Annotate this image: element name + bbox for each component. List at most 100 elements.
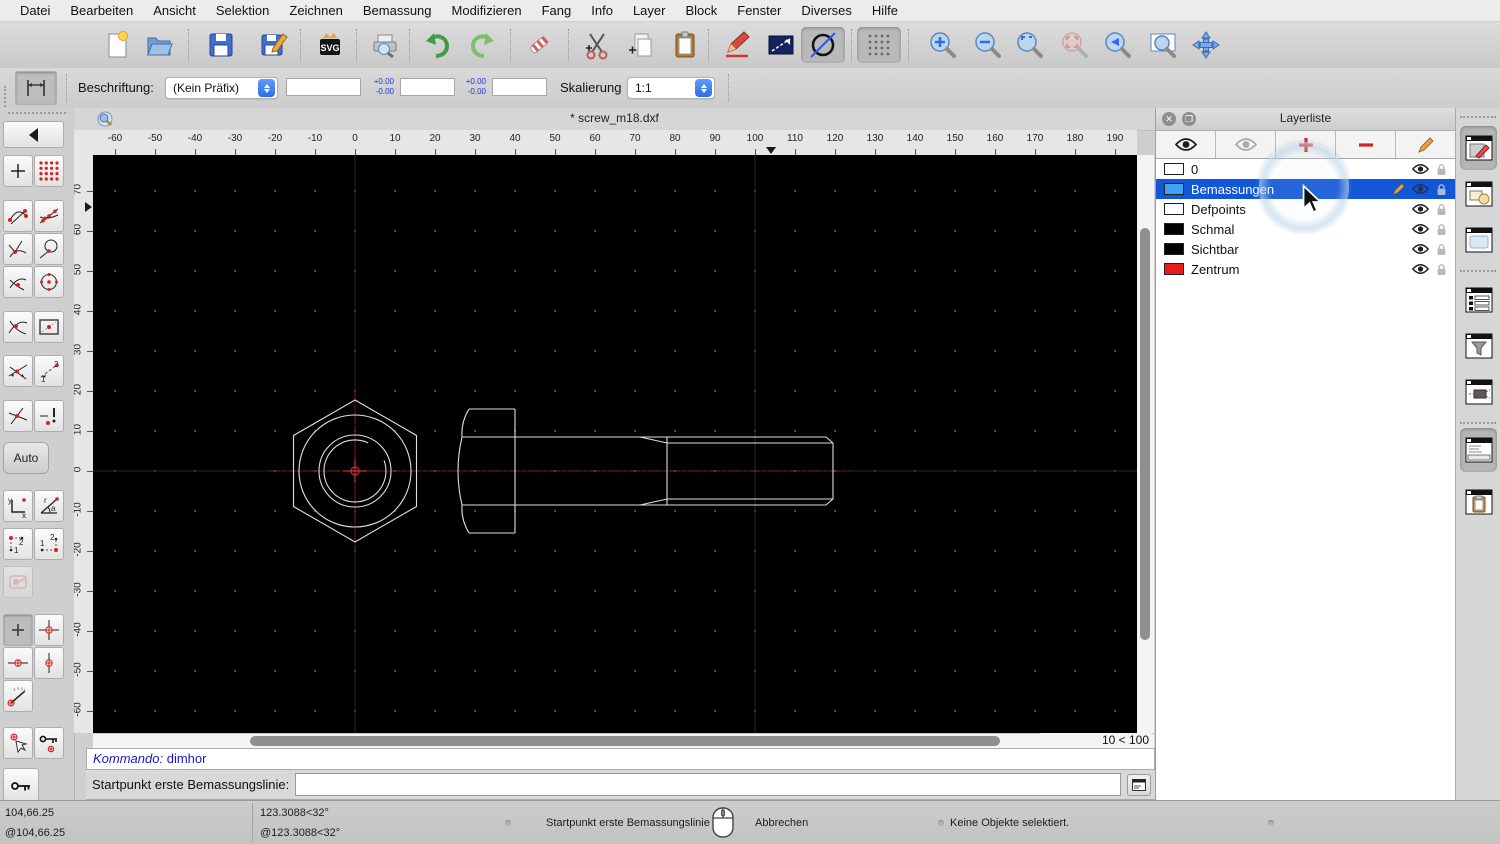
show-all-layers-button[interactable] (1156, 131, 1216, 158)
menu-layer[interactable]: Layer (623, 0, 676, 22)
toggle-clipboard-panel-button[interactable] (1460, 480, 1497, 524)
layer-row-Bemassungen[interactable]: Bemassungen (1156, 179, 1455, 199)
save-as-button[interactable] (255, 27, 293, 63)
set-relative-zero-button[interactable] (3, 727, 33, 759)
layer-row-0[interactable]: 0 (1156, 159, 1455, 179)
menu-info[interactable]: Info (581, 0, 623, 22)
coordinate-polar-button[interactable]: ra (34, 490, 64, 522)
menu-diverses[interactable]: Diverses (791, 0, 862, 22)
vertical-scrollbar[interactable] (1137, 155, 1154, 733)
cut-button[interactable] (578, 27, 616, 63)
label-text-field[interactable] (286, 78, 361, 96)
snap-unsupported-button[interactable] (34, 400, 64, 432)
eraser-button[interactable] (520, 27, 558, 63)
toggle-library-browser-button[interactable] (1460, 218, 1497, 262)
snap-on-entity-button[interactable] (34, 200, 64, 232)
relative-zero-lock-button[interactable] (3, 768, 39, 803)
pan-button[interactable] (1187, 27, 1225, 63)
zoom-selection-button[interactable] (1056, 27, 1094, 63)
menu-bemassung[interactable]: Bemassung (353, 0, 442, 22)
copy-button[interactable] (621, 27, 659, 63)
add-layer-button[interactable] (1276, 131, 1336, 158)
snap-grid-button[interactable] (34, 155, 64, 187)
prefix-dropdown[interactable]: (Kein Präfix) (165, 77, 278, 99)
toggle-layer-list-button[interactable] (1460, 126, 1497, 170)
layer-lock-icon[interactable] (1436, 183, 1447, 196)
dimension-tool-button[interactable] (15, 71, 57, 105)
restrict-horizontal-button[interactable] (3, 647, 33, 679)
scale-dropdown[interactable]: 1:1 (627, 77, 715, 99)
zoom-in-button[interactable] (924, 27, 962, 63)
menu-ansicht[interactable]: Ansicht (143, 0, 206, 22)
menu-zeichnen[interactable]: Zeichnen (279, 0, 352, 22)
menu-hilfe[interactable]: Hilfe (862, 0, 908, 22)
restrict-vertical-button[interactable] (34, 647, 64, 679)
menu-datei[interactable]: Datei (10, 0, 60, 22)
menu-bearbeiten[interactable]: Bearbeiten (60, 0, 143, 22)
snap-auto-intersection-button[interactable] (3, 355, 33, 387)
new-file-button[interactable] (98, 27, 136, 63)
layer-visibility-icon[interactable] (1412, 243, 1429, 255)
back-button[interactable] (3, 121, 64, 148)
auto-zoom-button[interactable] (1011, 27, 1049, 63)
restrict-none-button[interactable] (3, 614, 33, 646)
upper-tolerance-field[interactable] (400, 78, 455, 96)
open-file-button[interactable] (140, 27, 178, 63)
restrict-angle-button[interactable] (3, 680, 33, 712)
layer-visibility-icon[interactable] (1412, 183, 1429, 195)
layer-visibility-icon[interactable] (1412, 223, 1429, 235)
layer-visibility-icon[interactable] (1412, 203, 1429, 215)
toggle-selection-filter-button[interactable] (1460, 324, 1497, 368)
redo-button[interactable] (464, 27, 502, 63)
menu-selektion[interactable]: Selektion (206, 0, 279, 22)
layer-lock-icon[interactable] (1436, 203, 1447, 216)
document-tab-bar[interactable]: * screw_m18.dxf (74, 108, 1155, 131)
restrict-orthogonal-button[interactable] (34, 614, 64, 646)
horizontal-scrollbar[interactable] (93, 733, 1154, 749)
layer-visibility-icon[interactable] (1412, 263, 1429, 275)
relative-cartesian-button[interactable]: 12 (3, 528, 33, 560)
snap-auto-button[interactable]: Auto (3, 442, 49, 474)
draft-mode-button[interactable] (801, 27, 845, 63)
command-history-toggle-button[interactable] (1127, 773, 1151, 796)
selection-tool-button[interactable] (762, 27, 800, 63)
snap-intersection-button[interactable] (3, 311, 33, 343)
snap-perpendicular-button[interactable] (3, 233, 33, 265)
restriction-info-button[interactable] (3, 566, 33, 598)
snap-middle-button[interactable] (3, 266, 33, 298)
menu-block[interactable]: Block (675, 0, 727, 22)
layer-visibility-icon[interactable] (1412, 163, 1429, 175)
zoom-window-button[interactable] (1144, 27, 1182, 63)
draw-pencil-button[interactable] (718, 27, 756, 63)
coordinate-cartesian-button[interactable]: yx (3, 490, 33, 522)
drawing-canvas[interactable] (93, 155, 1137, 733)
layer-row-Sichtbar[interactable]: Sichtbar (1156, 239, 1455, 259)
layer-lock-icon[interactable] (1436, 223, 1447, 236)
snap-distance-button[interactable]: 12 (34, 355, 64, 387)
layer-row-Schmal[interactable]: Schmal (1156, 219, 1455, 239)
snap-reference-button[interactable] (34, 311, 64, 343)
relative-polar-button[interactable]: 12 (34, 528, 64, 560)
horizontal-scrollbar-thumb[interactable] (250, 736, 1000, 746)
save-button[interactable] (202, 27, 240, 63)
menu-fang[interactable]: Fang (532, 0, 582, 22)
toggle-block-list-button[interactable] (1460, 172, 1497, 216)
snap-center-button[interactable] (34, 266, 64, 298)
undo-button[interactable] (418, 27, 456, 63)
snap-endpoints-button[interactable] (3, 200, 33, 232)
zoom-out-button[interactable] (969, 27, 1007, 63)
svg-export-button[interactable]: SVG (311, 27, 349, 63)
menu-modifizieren[interactable]: Modifizieren (442, 0, 532, 22)
toggle-command-line-button[interactable] (1460, 428, 1497, 472)
lower-tolerance-field[interactable] (492, 78, 547, 96)
lock-relative-zero-button[interactable] (34, 727, 64, 759)
vertical-scrollbar-thumb[interactable] (1140, 228, 1150, 640)
remove-layer-button[interactable] (1336, 131, 1396, 158)
layer-lock-icon[interactable] (1436, 163, 1447, 176)
layer-lock-icon[interactable] (1436, 263, 1447, 276)
hide-all-layers-button[interactable] (1216, 131, 1276, 158)
snap-free-button[interactable] (3, 155, 33, 187)
layer-row-Zentrum[interactable]: Zentrum (1156, 259, 1455, 279)
print-preview-button[interactable] (366, 27, 404, 63)
layer-lock-icon[interactable] (1436, 243, 1447, 256)
